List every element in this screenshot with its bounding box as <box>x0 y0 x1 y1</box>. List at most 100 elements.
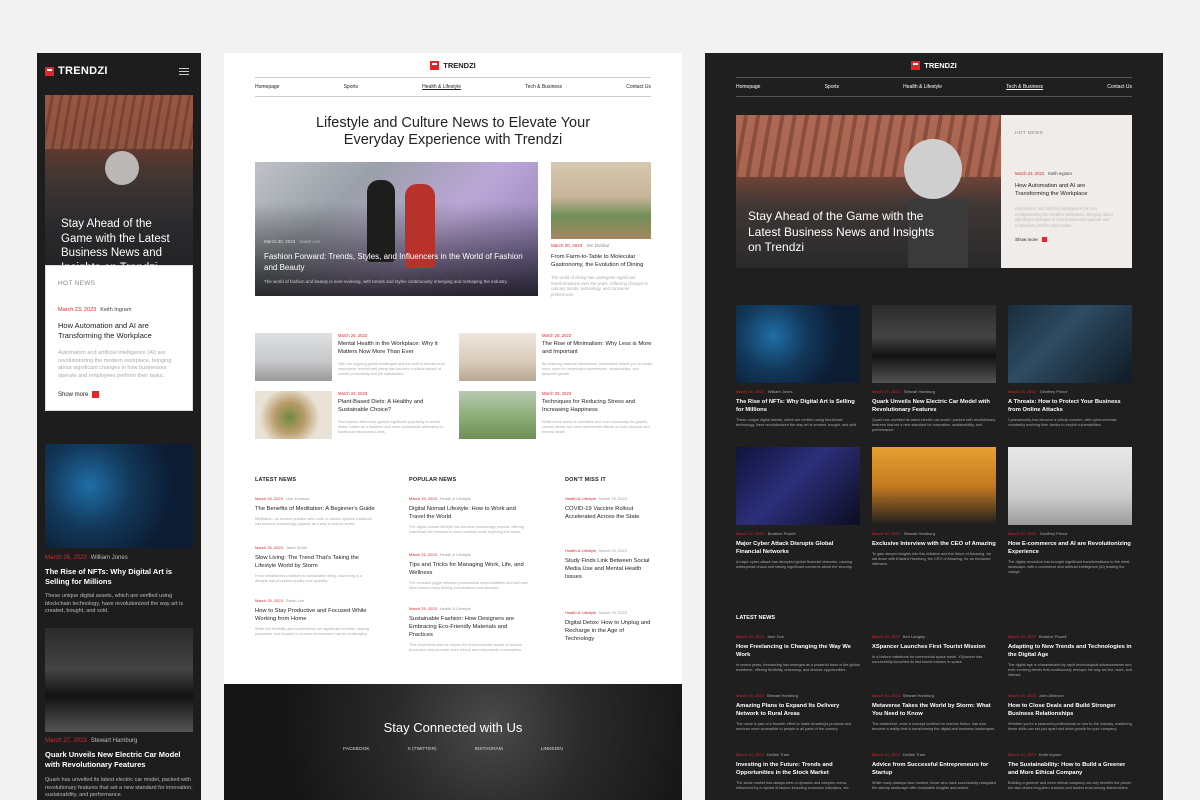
list-item[interactable]: March 19, 2023 Health & Lifestyle Digital… <box>409 496 529 535</box>
article-image[interactable] <box>736 447 860 525</box>
item-title[interactable]: COVID-19 Vaccine Rollout Accelerated Acr… <box>565 505 651 521</box>
article-image[interactable] <box>459 391 536 439</box>
grid-article[interactable]: March 26, 2023 Mental Health in the Work… <box>255 333 451 385</box>
list-item[interactable]: March 19, 2023 John Atkinson How to Close… <box>1008 693 1132 732</box>
item-title[interactable]: How Freelancing is Changing the Way We W… <box>736 643 860 659</box>
nav-health-lifestyle[interactable]: Health & Lifestyle <box>422 84 461 90</box>
list-item[interactable]: March 25, 2023 Sarah Lee How to Stay Prod… <box>255 598 375 637</box>
nav-health-lifestyle[interactable]: Health & Lifestyle <box>903 84 942 90</box>
hot-news-card[interactable]: HOT NEWS March 23, 2023 Keith Ingram How … <box>45 265 193 411</box>
article-title[interactable]: Major Cyber Attack Disrupts Global Finan… <box>736 540 860 556</box>
nav-tech-business[interactable]: Tech & Business <box>1006 84 1043 90</box>
logo[interactable]: TRENDZI <box>911 60 957 70</box>
grid-article[interactable]: March 25, 2023 Techniques for Reducing S… <box>459 391 655 443</box>
list-item[interactable]: March 19, 2023 Delilah Tram Investing in … <box>736 752 860 791</box>
article-image[interactable] <box>255 391 332 439</box>
grid-article[interactable]: March 20, 2023 Geoffrey Prince How E-comm… <box>1008 447 1132 575</box>
article-image[interactable] <box>872 447 996 525</box>
grid-article[interactable]: March 27, 2023 Stewart Hamburg Quark Unve… <box>872 305 996 433</box>
article-image[interactable] <box>872 305 996 383</box>
nav-sports[interactable]: Sports <box>344 84 358 90</box>
grid-article[interactable]: March 22, 2023 Plant-Based Diets: A Heal… <box>255 391 451 443</box>
nav-homepage[interactable]: Homepage <box>255 84 279 90</box>
facebook-link[interactable]: FACEBOOK <box>343 747 369 752</box>
item-title[interactable]: The Benefits of Meditation: A Beginner's… <box>255 505 375 513</box>
instagram-link[interactable]: INSTAGRAM <box>475 747 503 752</box>
article-title[interactable]: Plant-Based Diets: A Healthy and Sustain… <box>338 399 450 415</box>
nav-tech-business[interactable]: Tech & Business <box>525 84 562 90</box>
hot-news-card[interactable]: HOT NEWS March 23, 2023 Keith Ingram How … <box>1001 115 1132 268</box>
logo[interactable]: TRENDZI <box>45 65 108 77</box>
item-title[interactable]: Sustainable Fashion: How Designers are E… <box>409 615 529 639</box>
grid-article[interactable]: March 28, 2023 The Rise of Minimalism: W… <box>459 333 655 385</box>
list-item[interactable]: Health & Lifestyle March 20, 2023 Digital… <box>565 610 651 643</box>
article-meta: March 23, 2023 Geoffrey Prince <box>1008 389 1132 394</box>
list-item[interactable]: March 20, 2023 Beatrice Powell Adapting t… <box>1008 634 1132 678</box>
grid-article[interactable]: March 23, 2023 Geoffrey Prince A Threats:… <box>1008 305 1132 428</box>
list-item[interactable]: March 19, 2023 Stewart Hamburg Amazing Pl… <box>736 693 860 732</box>
list-item[interactable]: March 19, 2023 Delilah Tram Advice from S… <box>872 752 996 791</box>
item-title[interactable]: Digital Detox: How to Unplug and Recharg… <box>565 619 651 643</box>
linkedin-link[interactable]: LINKEDIN <box>541 747 563 752</box>
article-image[interactable] <box>255 333 332 381</box>
item-title[interactable]: Investing in the Future: Trends and Oppo… <box>736 761 860 777</box>
item-desc: The digital age is characterized by rapi… <box>1008 663 1132 677</box>
list-item[interactable]: March 26, 2023 Janet Smith Slow Living: T… <box>255 545 375 584</box>
grid-article[interactable]: March 26, 2023 William Jones The Rise of … <box>736 305 860 428</box>
item-title[interactable]: Slow Living: The Trend That's Taking the… <box>255 554 375 570</box>
item-title[interactable]: Advice from Successful Entrepreneurs for… <box>872 761 996 777</box>
item-title[interactable]: Tips and Tricks for Managing Work, Life,… <box>409 561 529 577</box>
article-title[interactable]: Exclusive Interview with the CEO of Amaz… <box>872 540 996 548</box>
robot-head <box>904 139 962 199</box>
grid-article[interactable]: March 30, 2023 Stewart Hamburg Exclusive … <box>872 447 996 567</box>
list-item[interactable]: March 21, 2023 Health & Lifestyle Tips an… <box>409 552 529 591</box>
list-item[interactable]: March 30, 2023 Stewart Hamburg Metaverse … <box>872 693 996 732</box>
article-image[interactable] <box>736 305 860 383</box>
list-item[interactable]: March 20, 2023 Ben Langley XSpancer Launc… <box>872 634 996 665</box>
article-title[interactable]: A Threats: How to Protect Your Business … <box>1008 398 1132 414</box>
nav-contact[interactable]: Contact Us <box>1107 84 1132 90</box>
item-title[interactable]: The Sustainability: How to Build a Green… <box>1008 761 1132 777</box>
article-image[interactable] <box>1008 305 1132 383</box>
article-title[interactable]: The Rise of NFTs: Why Digital Art is Sel… <box>736 398 860 414</box>
article-title[interactable]: Quark Unveils New Electric Car Model wit… <box>872 398 996 414</box>
side-article-image[interactable] <box>551 162 651 239</box>
nav-homepage[interactable]: Homepage <box>736 84 760 90</box>
list-item[interactable]: March 19, 2023 Keith Ingram The Sustainab… <box>1008 752 1132 791</box>
article-title[interactable]: Techniques for Reducing Stress and Incre… <box>542 399 654 415</box>
list-item[interactable]: March 25, 2023 Health & Lifestyle Sustain… <box>409 606 529 653</box>
list-item[interactable]: Health & Lifestyle March 19, 2023 COVID-1… <box>565 496 651 521</box>
twitter-link[interactable]: X (TWITTER) <box>408 747 437 752</box>
article-image[interactable] <box>45 628 193 732</box>
featured-title[interactable]: Fashion Forward: Trends, Styles, and Inf… <box>264 252 530 273</box>
hot-news-title[interactable]: How Automation and AI are Transforming t… <box>58 321 180 341</box>
item-title[interactable]: Amazing Plans to Expand Its Delivery Net… <box>736 702 860 718</box>
nav-sports[interactable]: Sports <box>825 84 839 90</box>
side-article-title[interactable]: From Farm-to-Table to Molecular Gastrono… <box>551 253 651 269</box>
show-more-link[interactable]: Show more <box>1015 237 1118 243</box>
item-title[interactable]: Digital Nomad Lifestyle: How to Work and… <box>409 505 529 521</box>
item-title[interactable]: How to Stay Productive and Focused While… <box>255 607 375 623</box>
article-title[interactable]: Quark Unveils New Electric Car Model wit… <box>45 750 193 770</box>
item-title[interactable]: Study Finds Link Between Social Media Us… <box>565 557 651 581</box>
article-image[interactable] <box>1008 447 1132 525</box>
article-title[interactable]: The Rise of NFTs: Why Digital Art is Sel… <box>45 567 193 587</box>
item-title[interactable]: Metaverse Takes the World by Storm: What… <box>872 702 996 718</box>
article-image[interactable] <box>459 333 536 381</box>
menu-icon[interactable] <box>179 67 189 75</box>
article-image[interactable] <box>45 444 193 548</box>
list-item[interactable]: March 20, 2023 Jane Doe How Freelancing i… <box>736 634 860 673</box>
nav-contact[interactable]: Contact Us <box>626 84 651 90</box>
article-title[interactable]: The Rise of Minimalism: Why Less is More… <box>542 341 654 357</box>
hot-news-title[interactable]: How Automation and AI are Transforming t… <box>1015 182 1118 198</box>
list-item[interactable]: Health & Lifestyle March 20, 2023 Study F… <box>565 548 651 581</box>
item-title[interactable]: How to Close Deals and Build Stronger Bu… <box>1008 702 1132 718</box>
item-title[interactable]: Adapting to New Trends and Technologies … <box>1008 643 1132 659</box>
item-title[interactable]: XSpancer Launches First Tourist Mission <box>872 643 996 651</box>
show-more-link[interactable]: Show more <box>58 391 180 398</box>
article-title[interactable]: How E-commerce and AI are Revolutionizin… <box>1008 540 1132 556</box>
logo[interactable]: TRENDZI <box>430 60 476 70</box>
grid-article[interactable]: March 22, 2023 Beatrice Powell Major Cybe… <box>736 447 860 570</box>
list-item[interactable]: March 18, 2023 Lisa Johnson The Benefits … <box>255 496 375 527</box>
article-title[interactable]: Mental Health in the Workplace: Why it M… <box>338 341 450 357</box>
